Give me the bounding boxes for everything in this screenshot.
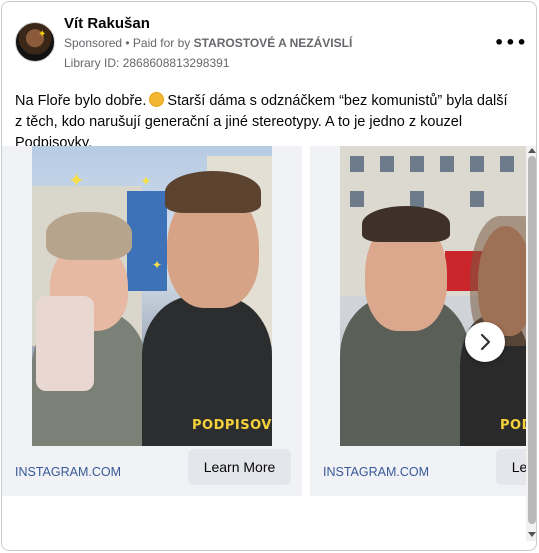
carousel-card[interactable]: ✦ ✦ ✦ PODPISOVKA INSTAGRAM.COM Learn Mor… [2,146,302,496]
scrollbar[interactable] [526,146,536,541]
scrollbar-thumb[interactable] [528,156,536,524]
paid-for-by-name[interactable]: STAROSTOVÉ A NEZÁVISLÍ [194,36,353,50]
photo-window [410,156,424,172]
photo-window [410,191,424,207]
photo-man-hair [165,171,261,213]
post-text: Na Floře bylo dobře. Starší dáma s odzná… [15,91,515,154]
carousel-card[interactable]: PODPISOVKA INSTAGRAM.COM Learn More [310,146,526,496]
sponsored-line: Sponsored • Paid for by STAROSTOVÉ A NEZ… [64,36,352,50]
photo-woman-scarf [36,296,94,391]
ad-card: ✦ Vít Rakušan Sponsored • Paid for by ST… [1,1,537,551]
paid-for-by-label: Paid for by [132,36,194,50]
photo-window [350,156,364,172]
learn-more-button[interactable]: Learn More [496,449,526,485]
post-text-part1: Na Floře bylo dobře. [15,93,151,109]
photo-window [380,156,394,172]
sparkle-icon: ✦ [68,168,85,192]
photo-woman-hat [46,212,132,260]
sponsored-label: Sponsored [64,36,123,50]
card-caption[interactable]: INSTAGRAM.COM [15,465,121,479]
carousel-next-button[interactable] [465,322,505,362]
scroll-down-icon[interactable] [528,532,536,537]
library-id: Library ID: 2868608813298391 [64,56,230,70]
ad-image[interactable]: ✦ ✦ ✦ PODPISOVKA [32,146,272,446]
ad-image[interactable]: PODPISOVKA [340,146,526,446]
avatar[interactable]: ✦ [15,22,55,62]
photo-man-hair [362,206,450,242]
sun-emoji-icon [150,93,164,106]
carousel[interactable]: ✦ ✦ ✦ PODPISOVKA INSTAGRAM.COM Learn Mor… [2,146,526,496]
photo-billboard [127,191,167,291]
photo-window [350,191,364,207]
sparkle-icon: ✦ [140,174,152,190]
more-options-icon[interactable]: ••• [494,32,527,54]
sparkle-icon: ✦ [152,258,163,272]
photo-window [500,156,514,172]
card-caption[interactable]: INSTAGRAM.COM [323,465,429,479]
photo-window [470,191,484,207]
photo-window [470,156,484,172]
separator: • [122,36,133,50]
sparkle-icon: ✦ [38,29,47,40]
scroll-up-icon[interactable] [528,148,536,153]
learn-more-button[interactable]: Learn More [188,449,291,485]
photo-overlay-text: PODPISOVKA [500,418,526,433]
chevron-right-icon [480,333,491,351]
photo-window [440,156,454,172]
photo-overlay-text: PODPISOVKA [192,418,272,433]
page-name[interactable]: Vít Rakušan [64,15,150,32]
